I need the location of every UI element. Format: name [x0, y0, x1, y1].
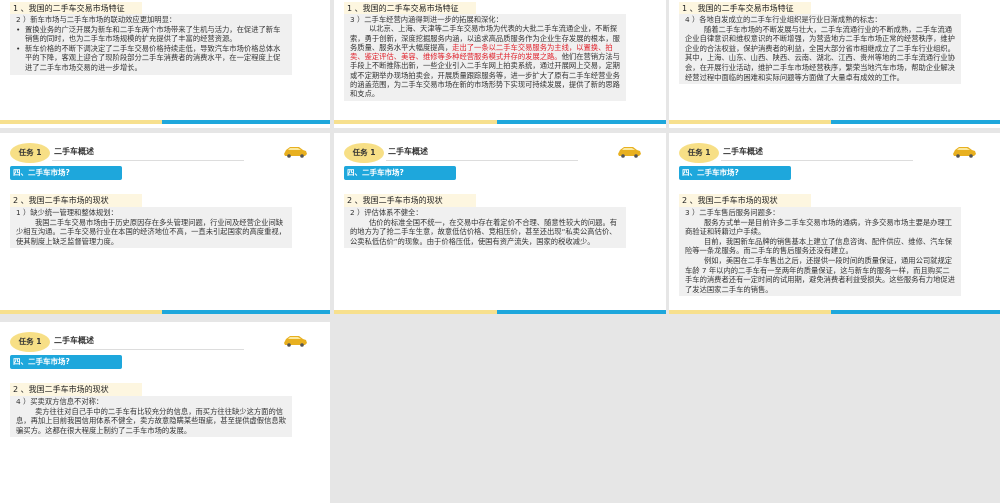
slide-body: 2 ）新车市场与二手车市场的联动效应更加明显： 置换业务的广泛开展为新车和二手车… — [10, 14, 292, 75]
slide-thumbnail[interactable]: 1 、我国的二手车交易市场特征 4 ）各地自发成立的二手车行业组织是行业日渐成熟… — [669, 0, 1000, 128]
section-heading: 2 、我国二手车市场的现状 — [344, 194, 476, 207]
paragraph: 估价的标准全国不统一，在交易中存在着定价不合理、随意性较大的问题。有的地方为了抢… — [350, 217, 618, 246]
paragraph: 目前，我国新车品牌的销售基本上建立了信息咨询、配件供应、维修、汽车保险等一条龙服… — [685, 236, 953, 256]
car-icon — [953, 147, 976, 158]
section-heading: 2 、我国二手车市场的现状 — [679, 194, 811, 207]
section-label: 四、二手车市场? — [10, 355, 122, 369]
slide-thumbnail[interactable]: 任务 1 二手车概述 四、二手车市场? 2 、我国二手车市场的现状 4 ）买卖双… — [0, 322, 330, 503]
footer-bar — [334, 120, 666, 124]
sub-heading: 4 ）买卖双方信息不对称： — [16, 397, 104, 406]
task-badge: 任务 1 — [344, 143, 384, 163]
section-label: 四、二手车市场? — [679, 166, 791, 180]
slide-body: 4 ）买卖双方信息不对称： 卖方往往对自己手中的二手车有比较充分的信息，而买方往… — [10, 396, 292, 438]
bullet-item: 置换业务的广泛开展为新车和二手车两个市场带来了生机与活力，在促进了新车销售的同时… — [16, 25, 286, 44]
footer-bar — [334, 310, 666, 314]
task-badge: 任务 1 — [10, 143, 50, 163]
slide-title: 二手车概述 — [721, 146, 913, 161]
slide-body: 2 ）评估体系不健全： 估价的标准全国不统一，在交易中存在着定价不合理、随意性较… — [344, 207, 626, 249]
slide-thumbnail[interactable]: 任务 1 二手车概述 四、二手车市场? 2 、我国二手车市场的现状 2 ）评估体… — [334, 133, 666, 314]
slide-title: 二手车概述 — [386, 146, 578, 161]
task-badge: 任务 1 — [10, 332, 50, 352]
car-icon — [618, 147, 641, 158]
car-icon — [284, 147, 307, 158]
section-label: 四、二手车市场? — [10, 166, 122, 180]
paragraph: 服务方式单一是目前许多二手车交易市场的通病，许多交易市场主要是办理工商验证和转籍… — [685, 217, 953, 237]
slide-thumbnail[interactable]: 任务 1 二手车概述 四、二手车市场? 2 、我国二手车市场的现状 3 ）二手车… — [669, 133, 1000, 314]
task-badge: 任务 1 — [679, 143, 719, 163]
sub-heading: 3 ）二手车经营内涵得到进一步的拓展和深化： — [350, 15, 503, 24]
sub-heading: 2 ）评估体系不健全： — [350, 208, 423, 217]
paragraph: 随着二手车市场的不断发展与壮大，二手车流通行业的不断成熟，二手车流通企业自律意识… — [685, 24, 955, 82]
paragraph: 卖方往往对自己手中的二手车有比较充分的信息，而买方往往缺少这方面的信息，再加上目… — [16, 406, 286, 435]
car-icon — [284, 336, 307, 347]
slide-title: 二手车概述 — [52, 146, 244, 161]
section-label: 四、二手车市场? — [344, 166, 456, 180]
footer-bar — [0, 310, 330, 314]
slide-thumbnail[interactable]: 1 、我国的二手车交易市场特征 2 ）新车市场与二手车市场的联动效应更加明显： … — [0, 0, 330, 128]
section-heading: 2 、我国二手车市场的现状 — [10, 194, 142, 207]
section-heading: 2 、我国二手车市场的现状 — [10, 383, 142, 396]
slide-thumbnail[interactable]: 任务 1 二手车概述 四、二手车市场? 2 、我国二手车市场的现状 1 ）缺少统… — [0, 133, 330, 314]
sub-heading: 4 ）各地自发成立的二手车行业组织是行业日渐成熟的标志： — [685, 15, 882, 24]
sub-heading: 2 ）新车市场与二手车市场的联动效应更加明显： — [16, 15, 177, 24]
slide-thumbnail[interactable]: 1 、我国的二手车交易市场特征 3 ）二手车经营内涵得到进一步的拓展和深化： 以… — [334, 0, 666, 128]
footer-bar — [669, 310, 1000, 314]
paragraph: 例如，美国在二手车售出之后，还提供一段时间的质量保证，通用公司就规定车龄 7 年… — [685, 255, 955, 294]
bullet-item: 新车价格的不断下调决定了二手车交易价格持续走低，导致汽车市场价格总体水平的下降，… — [16, 44, 286, 73]
slide-body: 4 ）各地自发成立的二手车行业组织是行业日渐成熟的标志： 随着二手车市场的不断发… — [679, 14, 961, 85]
sub-heading: 3 ）二手车售后服务问题多： — [685, 208, 780, 217]
slide-body: 3 ）二手车售后服务问题多： 服务方式单一是目前许多二手车交易市场的通病，许多交… — [679, 207, 961, 297]
paragraph: 我国二手车交易市场由于历史原因存在多头管理问题，行业间及经营企业间缺少相互沟通。… — [16, 217, 286, 246]
slide-title: 二手车概述 — [52, 335, 244, 350]
slide-body: 3 ）二手车经营内涵得到进一步的拓展和深化： 以北京、上海、天津等二手车交易市场… — [344, 14, 626, 101]
sub-heading: 1 ）缺少统一管理和整体规划： — [16, 208, 118, 217]
slide-body: 1 ）缺少统一管理和整体规划： 我国二手车交易市场由于历史原因存在多头管理问题，… — [10, 207, 292, 249]
footer-bar — [669, 120, 1000, 124]
footer-bar — [0, 120, 330, 124]
